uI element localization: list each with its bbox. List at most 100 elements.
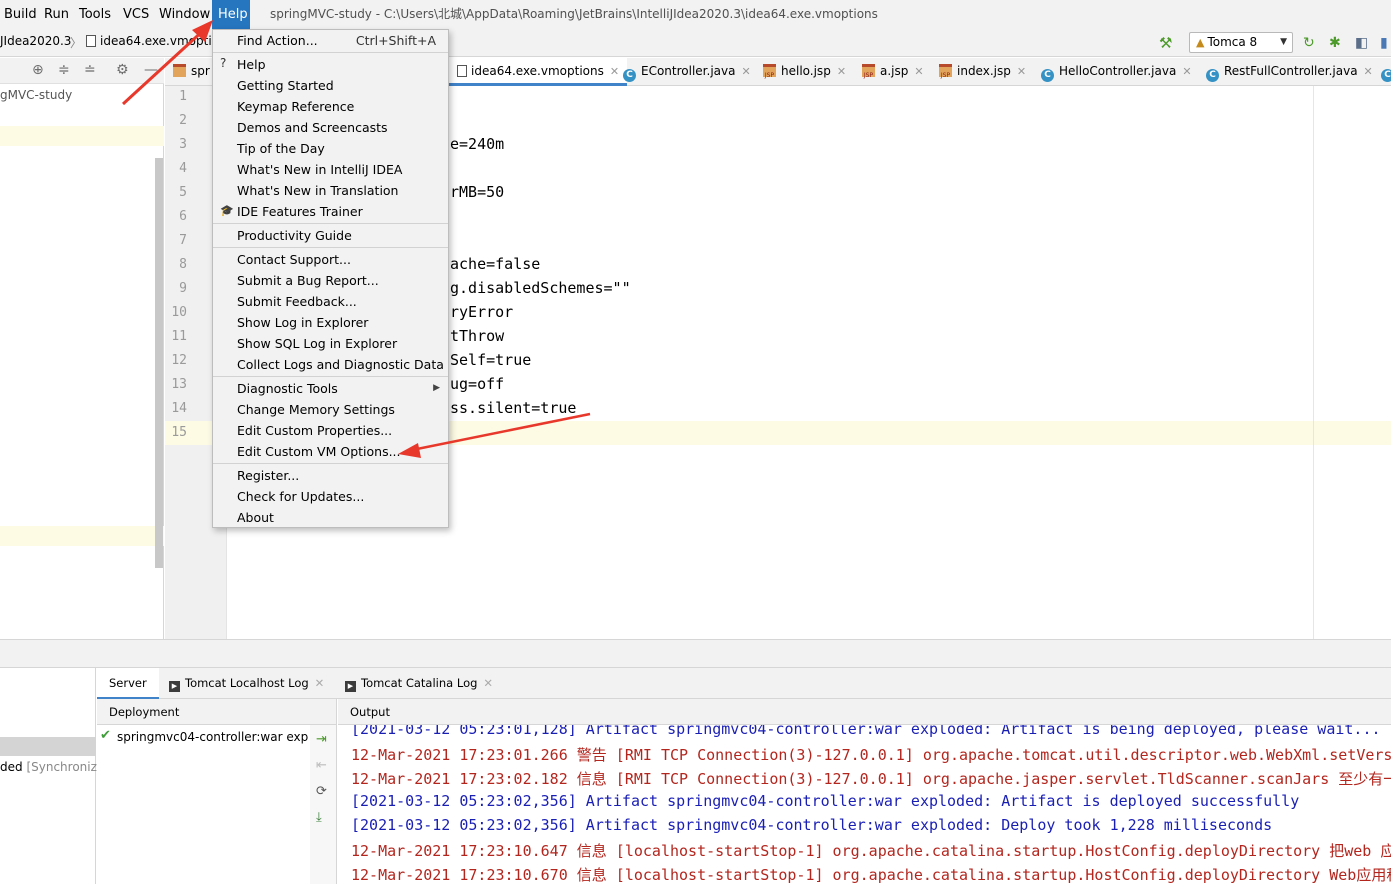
tab-idea64-vmoptions[interactable]: idea64.exe.vmoptions ✕ bbox=[449, 58, 628, 86]
close-icon[interactable]: ✕ bbox=[610, 65, 619, 78]
menu-item-submit-bug[interactable]: Submit a Bug Report... bbox=[237, 273, 379, 288]
project-toolbar: ⊕ ≑ ≐ ⚙ — bbox=[0, 58, 164, 84]
tab-tomcat-catalina-log[interactable]: ▶ Tomcat Catalina Log ✕ bbox=[345, 668, 493, 699]
menu-window[interactable]: Window bbox=[156, 0, 213, 29]
menu-item-submit-feedback[interactable]: Submit Feedback... bbox=[237, 294, 357, 309]
menu-item-about[interactable]: About bbox=[237, 510, 274, 525]
services-tree: ded [Synchronize bbox=[0, 668, 104, 884]
project-root-label[interactable]: gMVC-study bbox=[0, 88, 72, 102]
build-hammer-icon[interactable]: ⚒ bbox=[1159, 34, 1172, 52]
menu-item-edit-custom-properties[interactable]: Edit Custom Properties... bbox=[237, 423, 392, 438]
tab-econtroller[interactable]: C EController.java ✕ bbox=[623, 58, 751, 86]
menu-item-edit-custom-vm-options[interactable]: Edit Custom VM Options... bbox=[237, 444, 401, 459]
close-icon[interactable]: ✕ bbox=[914, 65, 923, 78]
menu-item-register[interactable]: Register... bbox=[237, 468, 299, 483]
menu-item-contact-support[interactable]: Contact Support... bbox=[237, 252, 351, 267]
tab-hello-jsp[interactable]: JSP hello.jsp ✕ bbox=[763, 58, 846, 86]
line-number: 2 bbox=[179, 113, 187, 128]
deploy-icon[interactable]: ⇥ bbox=[316, 732, 327, 747]
close-icon[interactable]: ✕ bbox=[837, 65, 846, 78]
close-icon[interactable]: ✕ bbox=[1017, 65, 1026, 78]
tab-hello-controller[interactable]: C HelloController.java ✕ bbox=[1041, 58, 1192, 86]
tab-tomcat-localhost-log[interactable]: ▶ Tomcat Localhost Log ✕ bbox=[169, 668, 324, 699]
menu-item-productivity-guide[interactable]: Productivity Guide bbox=[237, 228, 352, 243]
check-icon: ✔ bbox=[100, 728, 111, 743]
menu-item-keymap-reference[interactable]: Keymap Reference bbox=[237, 99, 354, 114]
menu-item-diagnostic-tools[interactable]: Diagnostic Tools bbox=[237, 381, 338, 396]
output-header-label: Output bbox=[350, 705, 390, 719]
locate-file-icon[interactable]: ⊕ bbox=[32, 62, 44, 78]
close-icon[interactable]: ✕ bbox=[1364, 65, 1373, 78]
terminal-icon: ▶ bbox=[169, 681, 180, 692]
profile-icon[interactable]: ▮ bbox=[1380, 35, 1388, 51]
graduation-cap-icon: 🎓 bbox=[220, 204, 234, 217]
coverage-icon[interactable]: ◧ bbox=[1355, 35, 1368, 51]
menu-item-whats-new[interactable]: What's New in IntelliJ IDEA bbox=[237, 162, 402, 177]
menu-item-collect-logs[interactable]: Collect Logs and Diagnostic Data bbox=[237, 357, 444, 372]
undeploy-icon[interactable]: ⇤ bbox=[316, 758, 327, 773]
menu-item-change-memory[interactable]: Change Memory Settings bbox=[237, 402, 395, 417]
run-configuration-select[interactable]: ▲ Tomca 8 ▼ bbox=[1189, 32, 1293, 53]
services-item-status: ded bbox=[0, 760, 23, 774]
line-number: 3 bbox=[179, 137, 187, 152]
deployment-artifact[interactable]: springmvc04-controller:war explc bbox=[117, 730, 309, 744]
rerun-icon[interactable]: ↻ bbox=[1303, 35, 1315, 51]
menu-item-show-log[interactable]: Show Log in Explorer bbox=[237, 315, 368, 330]
expand-all-icon[interactable]: ≑ bbox=[58, 62, 70, 78]
log-line: [2021-03-12 05:23:02,356] Artifact sprin… bbox=[351, 792, 1300, 810]
breadcrumb-file-label: idea64.exe.vmoptio bbox=[100, 34, 212, 48]
update-icon[interactable]: ⤓ bbox=[316, 810, 322, 825]
java-class-icon: C bbox=[1041, 69, 1054, 82]
menu-tools[interactable]: Tools bbox=[76, 0, 114, 29]
menu-build[interactable]: Build bbox=[1, 0, 40, 29]
refresh-icon[interactable]: ⟳ bbox=[316, 784, 327, 799]
tab-index-jsp[interactable]: JSP index.jsp ✕ bbox=[939, 58, 1026, 86]
menu-item-getting-started[interactable]: Getting Started bbox=[237, 78, 334, 93]
menu-item-whats-new-translation[interactable]: What's New in Translation bbox=[237, 183, 398, 198]
tab-partial-spring[interactable]: spr bbox=[173, 58, 210, 86]
menu-item-tip-of-day[interactable]: Tip of the Day bbox=[237, 141, 325, 156]
close-icon[interactable]: ✕ bbox=[315, 676, 325, 690]
menu-item-find-action[interactable]: Find Action... bbox=[237, 33, 318, 48]
log-line: 12-Mar-2021 17:23:02.182 信息 [RMI TCP Con… bbox=[351, 770, 1391, 788]
tab-label: index.jsp bbox=[957, 64, 1011, 78]
project-tree-selected-row[interactable] bbox=[0, 126, 164, 146]
close-icon[interactable]: ✕ bbox=[483, 676, 493, 690]
menu-item-demos[interactable]: Demos and Screencasts bbox=[237, 120, 388, 135]
tab-a-jsp[interactable]: JSP a.jsp ✕ bbox=[862, 58, 924, 86]
hide-panel-icon[interactable]: — bbox=[144, 62, 158, 78]
output-console[interactable]: [2021-03-12 05:23:01,128] Artifact sprin… bbox=[338, 725, 1391, 884]
tab-overflow-partial[interactable]: C bbox=[1381, 58, 1391, 86]
close-icon[interactable]: ✕ bbox=[741, 65, 750, 78]
gear-icon[interactable]: ⚙ bbox=[116, 62, 129, 78]
window-title: springMVC-study - C:\Users\北城\AppData\Ro… bbox=[270, 7, 878, 21]
menu-item-show-sql-log[interactable]: Show SQL Log in Explorer bbox=[237, 336, 397, 351]
services-item-label[interactable]: ded [Synchronize bbox=[0, 760, 104, 774]
project-scrollbar[interactable] bbox=[155, 158, 163, 568]
output-header: Output bbox=[338, 699, 1391, 725]
services-selected-row[interactable] bbox=[0, 737, 96, 756]
menu-run[interactable]: Run bbox=[41, 0, 72, 29]
tab-label: Tomcat Localhost Log bbox=[185, 676, 309, 690]
breadcrumb-config-dir[interactable]: JIdea2020.3 bbox=[0, 34, 71, 48]
log-line: [2021-03-12 05:23:01,128] Artifact sprin… bbox=[351, 725, 1381, 738]
line-number: 6 bbox=[179, 209, 187, 224]
code-line: ug=off bbox=[450, 375, 505, 393]
menu-item-help[interactable]: Help bbox=[237, 57, 266, 72]
question-icon: ? bbox=[220, 56, 227, 70]
line-number: 15 bbox=[171, 425, 187, 440]
collapse-all-icon[interactable]: ≐ bbox=[84, 62, 96, 78]
tab-server[interactable]: Server bbox=[97, 668, 159, 699]
menu-vcs[interactable]: VCS bbox=[120, 0, 152, 29]
tab-label: HelloController.java bbox=[1059, 64, 1177, 78]
log-line: [2021-03-12 05:23:02,356] Artifact sprin… bbox=[351, 816, 1273, 834]
menu-separator bbox=[213, 52, 448, 53]
menu-item-ide-features-trainer[interactable]: IDE Features Trainer bbox=[237, 204, 363, 219]
menu-item-check-updates[interactable]: Check for Updates... bbox=[237, 489, 364, 504]
tab-restfull-controller[interactable]: C RestFullController.java ✕ bbox=[1206, 58, 1373, 86]
menu-help[interactable]: Help bbox=[212, 0, 250, 29]
project-tree-highlight-row[interactable] bbox=[0, 526, 164, 546]
breadcrumb-file[interactable]: idea64.exe.vmoptio bbox=[86, 34, 212, 48]
debug-bug-icon[interactable]: ✱ bbox=[1329, 35, 1341, 51]
close-icon[interactable]: ✕ bbox=[1182, 65, 1191, 78]
